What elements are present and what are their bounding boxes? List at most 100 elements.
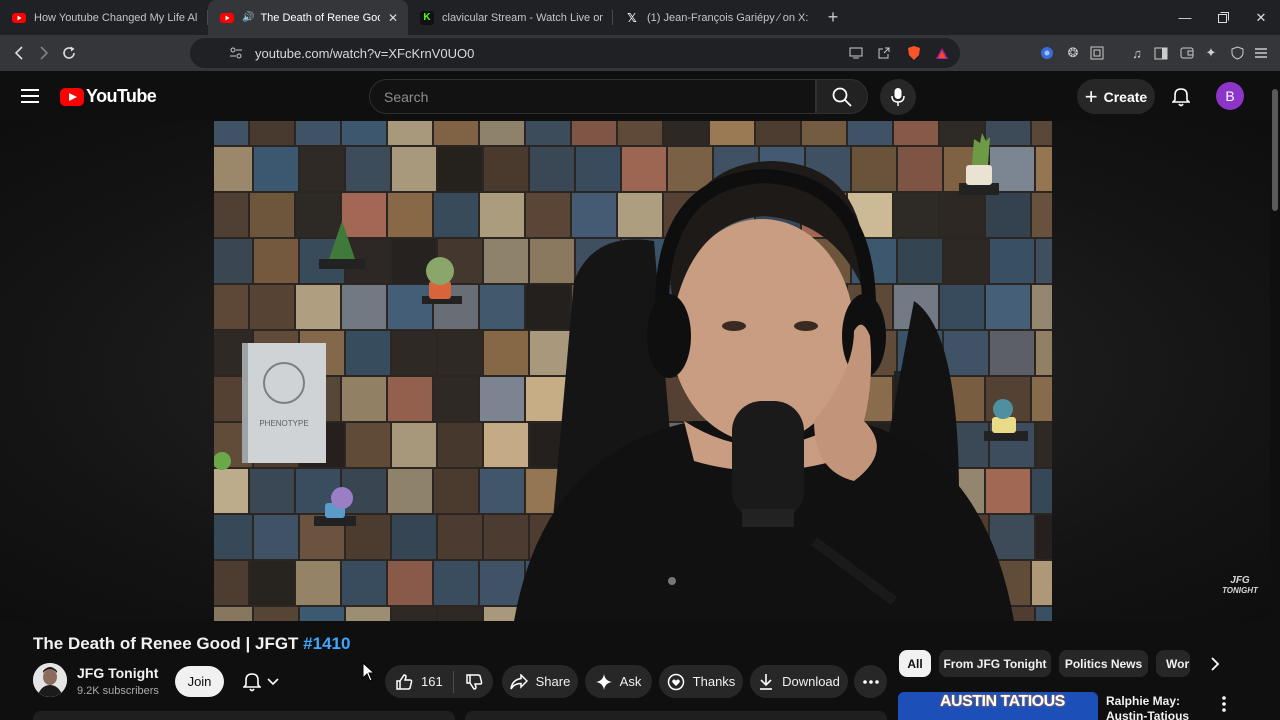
tab-title: The Death of Renee Good | JF: [260, 11, 379, 24]
address-bar[interactable]: youtube.com/watch?v=XFcKrnV0UO0: [190, 38, 960, 68]
screenshot-icon[interactable]: [1089, 45, 1105, 61]
leo-ai-icon[interactable]: ✦: [1203, 45, 1219, 61]
more-horizontal-icon: [862, 679, 879, 684]
guide-menu-icon[interactable]: [18, 85, 42, 107]
tab-jean-francois-x[interactable]: 𝕏 (1) Jean-François Gariépy ⁄ on X: ": [613, 0, 818, 35]
chevron-down-icon: [267, 677, 279, 685]
watermark-line2: TONIGHT: [1222, 586, 1258, 595]
account-avatar[interactable]: B: [1216, 82, 1244, 110]
tab-clavicular-stream[interactable]: K clavicular Stream - Watch Live on Kic: [408, 0, 613, 35]
like-count: 161: [421, 674, 443, 689]
share-icon: [509, 673, 528, 689]
chip-politics-news[interactable]: Politics News: [1059, 650, 1148, 677]
close-window-icon[interactable]: ✕: [1242, 0, 1280, 35]
channel-watermark[interactable]: JFG TONIGHT: [1222, 576, 1258, 596]
more-actions-button[interactable]: [854, 665, 887, 698]
window-controls: — ✕: [1166, 0, 1280, 35]
youtube-wordmark: YouTube: [86, 86, 157, 106]
menu-icon[interactable]: [1253, 45, 1269, 61]
restore-icon[interactable]: [1204, 0, 1242, 35]
recommended-video-thumbnail[interactable]: AUSTIN TATIOUS: [898, 692, 1098, 720]
subscriber-count: 9.2K subscribers: [77, 685, 159, 697]
chevron-right-icon[interactable]: [1203, 650, 1227, 677]
speaker-icon[interactable]: 🔊: [242, 12, 254, 23]
page-scrollbar[interactable]: [1270, 71, 1280, 720]
youtube-icon: [12, 11, 26, 25]
thanks-label: Thanks: [692, 674, 736, 689]
microphone-icon: [891, 88, 905, 106]
channel-name[interactable]: JFG Tonight: [77, 665, 158, 681]
share-label: Share: [535, 674, 571, 689]
minimize-icon[interactable]: —: [1166, 0, 1204, 35]
download-button[interactable]: Download: [750, 665, 848, 698]
browser-tab-strip: How Youtube Changed My Life Alrea 🔊 The …: [0, 0, 1280, 35]
media-icon[interactable]: ♫: [1129, 45, 1145, 61]
create-button[interactable]: + Create: [1077, 79, 1155, 114]
channel-avatar[interactable]: [33, 663, 67, 697]
video-player[interactable]: PHENOTYPE: [214, 121, 1052, 621]
create-label: Create: [1103, 88, 1148, 105]
forward-icon[interactable]: [31, 38, 56, 68]
sparkle-icon: [595, 673, 612, 690]
extensions-icon[interactable]: ❂: [1065, 45, 1081, 61]
more-vertical-icon[interactable]: [1214, 694, 1234, 714]
thumbs-up-icon: [396, 673, 413, 690]
sidebar-icon[interactable]: [1153, 45, 1169, 61]
back-icon[interactable]: [6, 38, 31, 68]
like-button[interactable]: 161: [385, 673, 453, 691]
tab-title: (1) Jean-François Gariépy ⁄ on X: ": [647, 11, 808, 24]
site-settings-icon[interactable]: [228, 45, 244, 61]
subscription-bell-button[interactable]: [231, 666, 291, 697]
tab-death-of-renee-good[interactable]: 🔊 The Death of Renee Good | JF ✕: [208, 0, 408, 35]
ask-button[interactable]: Ask: [585, 665, 652, 698]
tab-how-youtube-changed[interactable]: How Youtube Changed My Life Alrea: [0, 0, 208, 35]
search-box: [369, 79, 816, 114]
notifications-icon[interactable]: [1168, 84, 1194, 110]
thumbs-down-icon: [465, 673, 482, 690]
recommended-video-title[interactable]: Ralphie May: Austin-Tatious: [1106, 694, 1216, 720]
tab-title: How Youtube Changed My Life Alrea: [34, 11, 198, 24]
browser-toolbar: youtube.com/watch?v=XFcKrnV0UO0 ❂ ♫ ✦: [0, 35, 1280, 71]
scrollbar-thumb[interactable]: [1272, 89, 1278, 211]
chip-all[interactable]: All: [899, 650, 931, 677]
join-button[interactable]: Join: [175, 666, 224, 697]
youtube-play-icon: [60, 87, 84, 106]
close-tab-icon[interactable]: ✕: [388, 11, 398, 25]
new-tab-button[interactable]: +: [818, 0, 848, 35]
bell-icon: [243, 672, 261, 691]
comments-box-edge: [465, 711, 887, 720]
brave-rewards-icon[interactable]: [934, 45, 950, 61]
download-label: Download: [782, 674, 840, 689]
book-title: PHENOTYPE: [259, 419, 308, 428]
description-box-edge: [33, 711, 455, 720]
wallet-icon[interactable]: [1179, 45, 1195, 61]
brave-shields-icon[interactable]: [906, 45, 922, 61]
dislike-button[interactable]: [454, 673, 493, 691]
episode-hashtag[interactable]: #1410: [303, 634, 350, 653]
reload-icon[interactable]: [56, 38, 81, 68]
kick-icon: K: [420, 10, 434, 25]
like-dislike-group: 161: [385, 665, 493, 698]
watermark-line1: JFG: [1230, 575, 1250, 586]
voice-search-button[interactable]: [880, 79, 916, 115]
ask-label: Ask: [619, 674, 642, 689]
url-text: youtube.com/watch?v=XFcKrnV0UO0: [255, 45, 475, 61]
thanks-button[interactable]: Thanks: [659, 665, 743, 698]
search-button[interactable]: [816, 79, 868, 114]
super-thanks-icon: [667, 673, 684, 690]
tab-title: clavicular Stream - Watch Live on Kic: [442, 11, 603, 24]
youtube-masthead: YouTube + Create B: [0, 71, 1280, 121]
share-button[interactable]: Share: [502, 665, 578, 698]
share-page-icon[interactable]: [876, 45, 892, 61]
x-icon: 𝕏: [627, 10, 637, 25]
cast-icon[interactable]: [848, 45, 864, 61]
video-frame: PHENOTYPE: [214, 121, 1052, 621]
vpn-icon[interactable]: [1039, 45, 1055, 61]
mouse-cursor-icon: [362, 662, 376, 682]
youtube-logo[interactable]: YouTube: [60, 86, 157, 107]
chip-world[interactable]: Wor: [1156, 650, 1190, 677]
chip-from-jfg-tonight[interactable]: From JFG Tonight: [939, 650, 1051, 677]
download-icon: [760, 673, 773, 690]
search-input[interactable]: [370, 80, 815, 113]
shield-icon[interactable]: [1229, 45, 1245, 61]
